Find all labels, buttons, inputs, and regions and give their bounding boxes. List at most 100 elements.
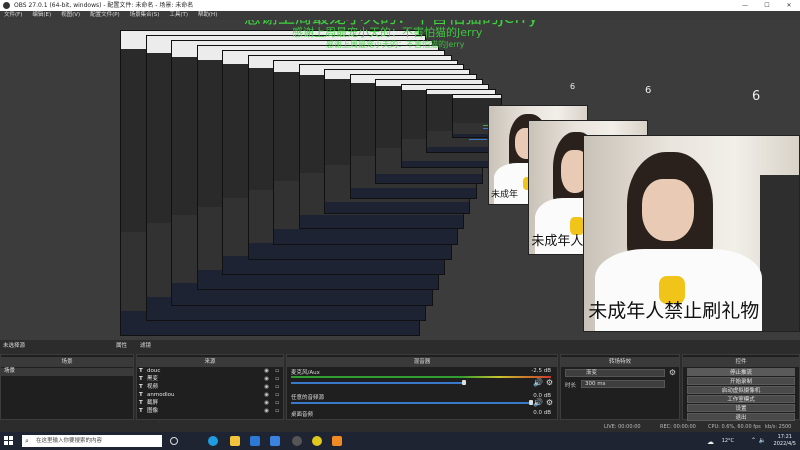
scenes-panel: 场景 场景 [0, 354, 134, 420]
file-explorer-icon[interactable] [230, 436, 240, 446]
visibility-eye-icon[interactable]: ◉ [264, 400, 269, 408]
store-icon[interactable] [250, 436, 260, 446]
close-button[interactable]: ✕ [778, 0, 800, 11]
scene-item[interactable]: 场景 [1, 368, 133, 376]
visibility-eye-icon[interactable]: ◉ [264, 368, 269, 376]
menu-edit[interactable]: 编辑(E) [28, 11, 55, 20]
visibility-eye-icon[interactable]: ◉ [264, 392, 269, 400]
controls-panel: 控件 停止推流 开始录制 启动虚拟摄像机 工作室模式 设置 退出 [682, 354, 800, 421]
exit-button[interactable]: 退出 [687, 413, 795, 421]
transition-type-select[interactable]: 渐变 [565, 369, 665, 377]
lock-icon[interactable]: ▫ [275, 400, 279, 408]
mail-icon[interactable] [270, 436, 280, 446]
network-icon[interactable]: ⌃ [751, 437, 756, 444]
visibility-eye-icon[interactable]: ◉ [264, 408, 269, 416]
menu-scene-collection[interactable]: 场景集合(S) [126, 11, 164, 20]
source-item[interactable]: T 图像 ◉ ▫ [137, 408, 283, 416]
mic-db-value: -2.5 dB [531, 368, 551, 374]
menu-profile[interactable]: 配置文件(P) [86, 11, 124, 20]
settings-button[interactable]: 设置 [687, 404, 795, 412]
volume-icon[interactable]: 🔈 [759, 437, 766, 444]
visibility-eye-icon[interactable]: ◉ [264, 384, 269, 392]
source-label: 截屏 [147, 400, 159, 406]
stop-streaming-button[interactable]: 停止推流 [687, 368, 795, 376]
lock-icon[interactable]: ▫ [275, 408, 279, 416]
menu-help[interactable]: 帮助(H) [194, 11, 221, 20]
source-item[interactable]: T 黑变 ◉ ▫ [137, 376, 283, 384]
lock-icon[interactable]: ▫ [275, 368, 279, 376]
start-recording-button[interactable]: 开始录制 [687, 377, 795, 385]
search-placeholder: 在这里输入你要搜索的内容 [36, 438, 103, 444]
taskbar-search-input[interactable]: ⌕ 在这里输入你要搜索的内容 [22, 435, 162, 447]
app-orange-icon[interactable] [332, 436, 342, 446]
maximize-button[interactable]: ☐ [756, 0, 778, 11]
text-source-icon: T [139, 392, 143, 398]
webcam-feed: 未成年人禁止刷礼物 [583, 135, 800, 332]
cpu-fps: CPU: 0.6%, 60.00 fps [708, 424, 761, 430]
rec-time: REC: 00:00:00 [660, 424, 696, 430]
menu-tools[interactable]: 工具(T) [165, 11, 192, 20]
menu-file[interactable]: 文件(F) [0, 11, 26, 20]
obs-icon[interactable] [292, 436, 302, 446]
speaker-icon[interactable]: 🔊 [533, 398, 543, 407]
preview-canvas[interactable]: 感谢上周最宠小天的：不害怕猫的Jerry 感谢上周最宠小天的：不害怕猫的Jerr… [0, 20, 800, 340]
windows-start-icon[interactable] [4, 436, 14, 446]
edge-icon[interactable] [208, 436, 218, 446]
minimize-button[interactable]: — [734, 0, 756, 11]
mixer-track-mic: 麦克风/Aux -2.5 dB 🔊 ⚙ [289, 368, 555, 390]
desktop-volume-slider[interactable] [291, 402, 531, 404]
lock-icon[interactable]: ▫ [275, 376, 279, 384]
lock-icon[interactable]: ▫ [275, 384, 279, 392]
clock-date: 2022/4/5 [773, 441, 796, 447]
counter-echo-1: 6 [570, 82, 576, 91]
gear-icon[interactable]: ⚙ [546, 398, 553, 407]
visibility-eye-icon[interactable]: ◉ [264, 376, 269, 384]
window-title: OBS 27.0.1 (64-bit, windows) - 配置文件: 未命名… [14, 2, 194, 9]
chrome-icon[interactable] [312, 436, 322, 446]
text-source-icon: T [139, 368, 143, 374]
source-item[interactable]: Tdouc ◉ ▫ [137, 368, 283, 376]
text-source-icon: T [139, 400, 143, 406]
obs-logo-icon [3, 2, 10, 9]
mixer-header: 混音器 [287, 357, 557, 367]
mixer-track-desktop: 任意的音频源 0.0 dB 🔊 ⚙ 桌面音频 0.0 dB [289, 393, 555, 419]
sources-header: 来源 [137, 357, 283, 367]
counter-echo-2: 6 [645, 85, 652, 96]
caption-echo-2: 未成年 [490, 190, 518, 201]
no-source-selected: 未选择源 [3, 343, 26, 349]
speaker-icon[interactable]: 🔊 [533, 378, 543, 387]
mic-volume-slider[interactable] [291, 382, 464, 384]
transitions-panel: 转场特效 渐变 ⚙ 时长 300 ms [560, 354, 680, 420]
mic-track-label: 麦克风/Aux [291, 370, 320, 376]
start-virtual-camera-button[interactable]: 启动虚拟摄像机 [687, 386, 795, 394]
source-item[interactable]: T 截屏 ◉ ▫ [137, 400, 283, 408]
filters-button[interactable]: 滤镜 [140, 342, 151, 351]
counter: 6 [752, 89, 761, 104]
source-label: 黑变 [147, 376, 159, 382]
banner-text-echo-2: 感谢上周最宠小天的：不害怕猫的Jerry [326, 40, 465, 49]
weather-icon[interactable]: ☁ [707, 438, 714, 446]
gear-icon[interactable]: ⚙ [546, 378, 553, 387]
menu-view[interactable]: 视图(V) [57, 11, 84, 20]
properties-button[interactable]: 属性 [116, 342, 127, 351]
live-time: LIVE: 00:00:00 [604, 424, 641, 430]
duration-input[interactable]: 300 ms [581, 380, 665, 388]
source-item[interactable]: T 视频 ◉ ▫ [137, 384, 283, 392]
source-label: anmodiou [147, 392, 175, 398]
desktop-db-value: 0.0 dB [533, 410, 551, 416]
mic-volume-knob[interactable] [461, 380, 466, 385]
transitions-header: 转场特效 [561, 357, 679, 367]
status-bar: LIVE: 00:00:00 REC: 00:00:00 CPU: 0.6%, … [0, 422, 800, 432]
menu-bar: 文件(F) 编辑(E) 视图(V) 配置文件(P) 场景集合(S) 工具(T) … [0, 11, 800, 20]
text-source-icon: T [139, 376, 143, 382]
mixer-panel: 混音器 麦克风/Aux -2.5 dB 🔊 ⚙ 任意的音频源 0.0 dB 🔊 … [286, 354, 558, 420]
transition-gear-icon[interactable]: ⚙ [669, 368, 676, 377]
source-label: douc [147, 368, 161, 374]
studio-mode-button[interactable]: 工作室模式 [687, 395, 795, 403]
temperature: 12°C [721, 438, 734, 444]
banner-text-echo-1: 感谢上周最宠小天的：不害怕猫的Jerry [292, 26, 483, 39]
text-source-icon: T [139, 408, 143, 414]
lock-icon[interactable]: ▫ [275, 392, 279, 400]
task-view-icon[interactable] [170, 437, 178, 445]
source-item[interactable]: Tanmodiou ◉ ▫ [137, 392, 283, 400]
